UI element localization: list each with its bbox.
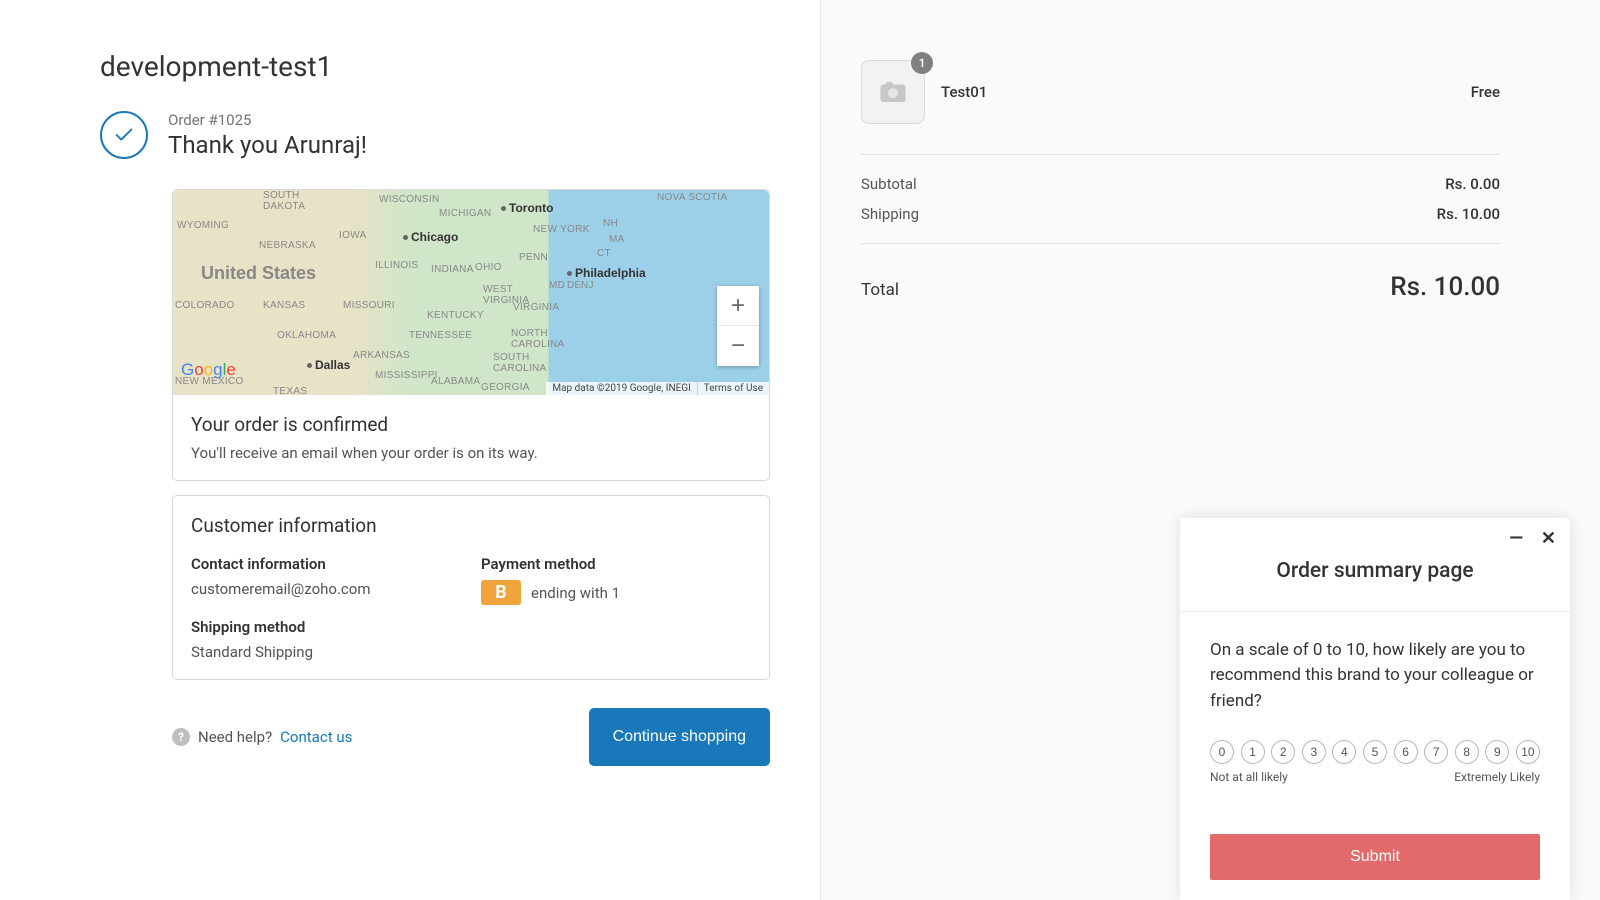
nps-option-2[interactable]: 2 (1271, 740, 1295, 764)
shipping-method-label: Shipping method (191, 618, 461, 636)
payment-brand-badge: B (481, 580, 521, 605)
subtotal-value: Rs. 0.00 (1445, 175, 1500, 193)
nps-low-label: Not at all likely (1210, 770, 1288, 784)
footer-row: ? Need help? Contact us Continue shoppin… (172, 708, 770, 766)
map-country-label: United States (201, 263, 316, 284)
subtotal-row: Subtotal Rs. 0.00 (861, 169, 1500, 199)
map-data-label: Map data ©2019 Google, INEGI (546, 382, 696, 395)
subtotal-label: Subtotal (861, 175, 917, 193)
product-row: 1 Test01 Free (861, 60, 1500, 124)
nps-option-1[interactable]: 1 (1241, 740, 1265, 764)
survey-minimize-icon[interactable]: — (1509, 528, 1523, 549)
map-zoom-control: + − (717, 286, 759, 366)
success-check-icon (100, 111, 148, 159)
nps-option-5[interactable]: 5 (1363, 740, 1387, 764)
total-value: Rs. 10.00 (1390, 272, 1500, 302)
total-label: Total (861, 280, 899, 300)
nps-option-4[interactable]: 4 (1332, 740, 1356, 764)
shipping-row: Shipping Rs. 10.00 (861, 199, 1500, 229)
nps-option-3[interactable]: 3 (1302, 740, 1326, 764)
product-qty-badge: 1 (911, 52, 933, 74)
total-row: Total Rs. 10.00 (861, 258, 1500, 316)
map-image[interactable]: United States SOUTH DAKOTA WISCONSIN MIC… (173, 190, 769, 395)
help-block: ? Need help? Contact us (172, 728, 352, 746)
shipping-label: Shipping (861, 205, 919, 223)
shipping-value: Rs. 10.00 (1437, 205, 1500, 223)
contact-info-label: Contact information (191, 555, 461, 573)
survey-submit-button[interactable]: Submit (1210, 834, 1540, 880)
customer-info-box: Customer information Contact information… (172, 495, 770, 680)
map-zoom-out-button[interactable]: − (717, 326, 759, 366)
confirmed-title: Your order is confirmed (191, 413, 751, 436)
nps-scale: 0 1 2 3 4 5 6 7 8 9 10 (1210, 740, 1540, 764)
order-number: Order #1025 (168, 111, 367, 129)
map-zoom-in-button[interactable]: + (717, 286, 759, 326)
survey-widget: — ✕ Order summary page On a scale of 0 t… (1180, 518, 1570, 900)
survey-question: On a scale of 0 to 10, how likely are yo… (1210, 638, 1540, 715)
map-terms-link[interactable]: Terms of Use (697, 382, 769, 395)
nps-option-7[interactable]: 7 (1424, 740, 1448, 764)
product-thumbnail: 1 (861, 60, 925, 124)
divider (861, 243, 1500, 244)
continue-shopping-button[interactable]: Continue shopping (589, 708, 770, 766)
customer-info-title: Customer information (191, 514, 751, 537)
divider (861, 154, 1500, 155)
nps-high-label: Extremely Likely (1454, 770, 1540, 784)
contact-email: customeremail@zoho.com (191, 580, 461, 598)
payment-method-label: Payment method (481, 555, 751, 573)
google-logo: Google (181, 360, 236, 380)
product-name: Test01 (941, 83, 987, 101)
nps-option-10[interactable]: 10 (1516, 740, 1540, 764)
help-text: Need help? (198, 728, 272, 746)
thank-you-row: Order #1025 Thank you Arunraj! (100, 111, 770, 159)
thank-you-heading: Thank you Arunraj! (168, 131, 367, 159)
order-confirm-box: United States SOUTH DAKOTA WISCONSIN MIC… (172, 189, 770, 481)
help-icon: ? (172, 728, 190, 746)
nps-option-9[interactable]: 9 (1485, 740, 1509, 764)
nps-option-6[interactable]: 6 (1394, 740, 1418, 764)
nps-option-0[interactable]: 0 (1210, 740, 1234, 764)
survey-close-icon[interactable]: ✕ (1541, 528, 1556, 549)
confirmed-subtext: You'll receive an email when your order … (191, 444, 751, 462)
survey-title: Order summary page (1180, 549, 1570, 612)
product-price: Free (1471, 83, 1500, 101)
payment-ending-text: ending with 1 (531, 584, 620, 602)
map-attribution: Map data ©2019 Google, INEGI Terms of Us… (546, 382, 769, 395)
site-title: development-test1 (100, 50, 770, 83)
main-column: development-test1 Order #1025 Thank you … (0, 0, 820, 900)
shipping-method-value: Standard Shipping (191, 643, 461, 661)
contact-us-link[interactable]: Contact us (280, 728, 352, 746)
nps-option-8[interactable]: 8 (1455, 740, 1479, 764)
